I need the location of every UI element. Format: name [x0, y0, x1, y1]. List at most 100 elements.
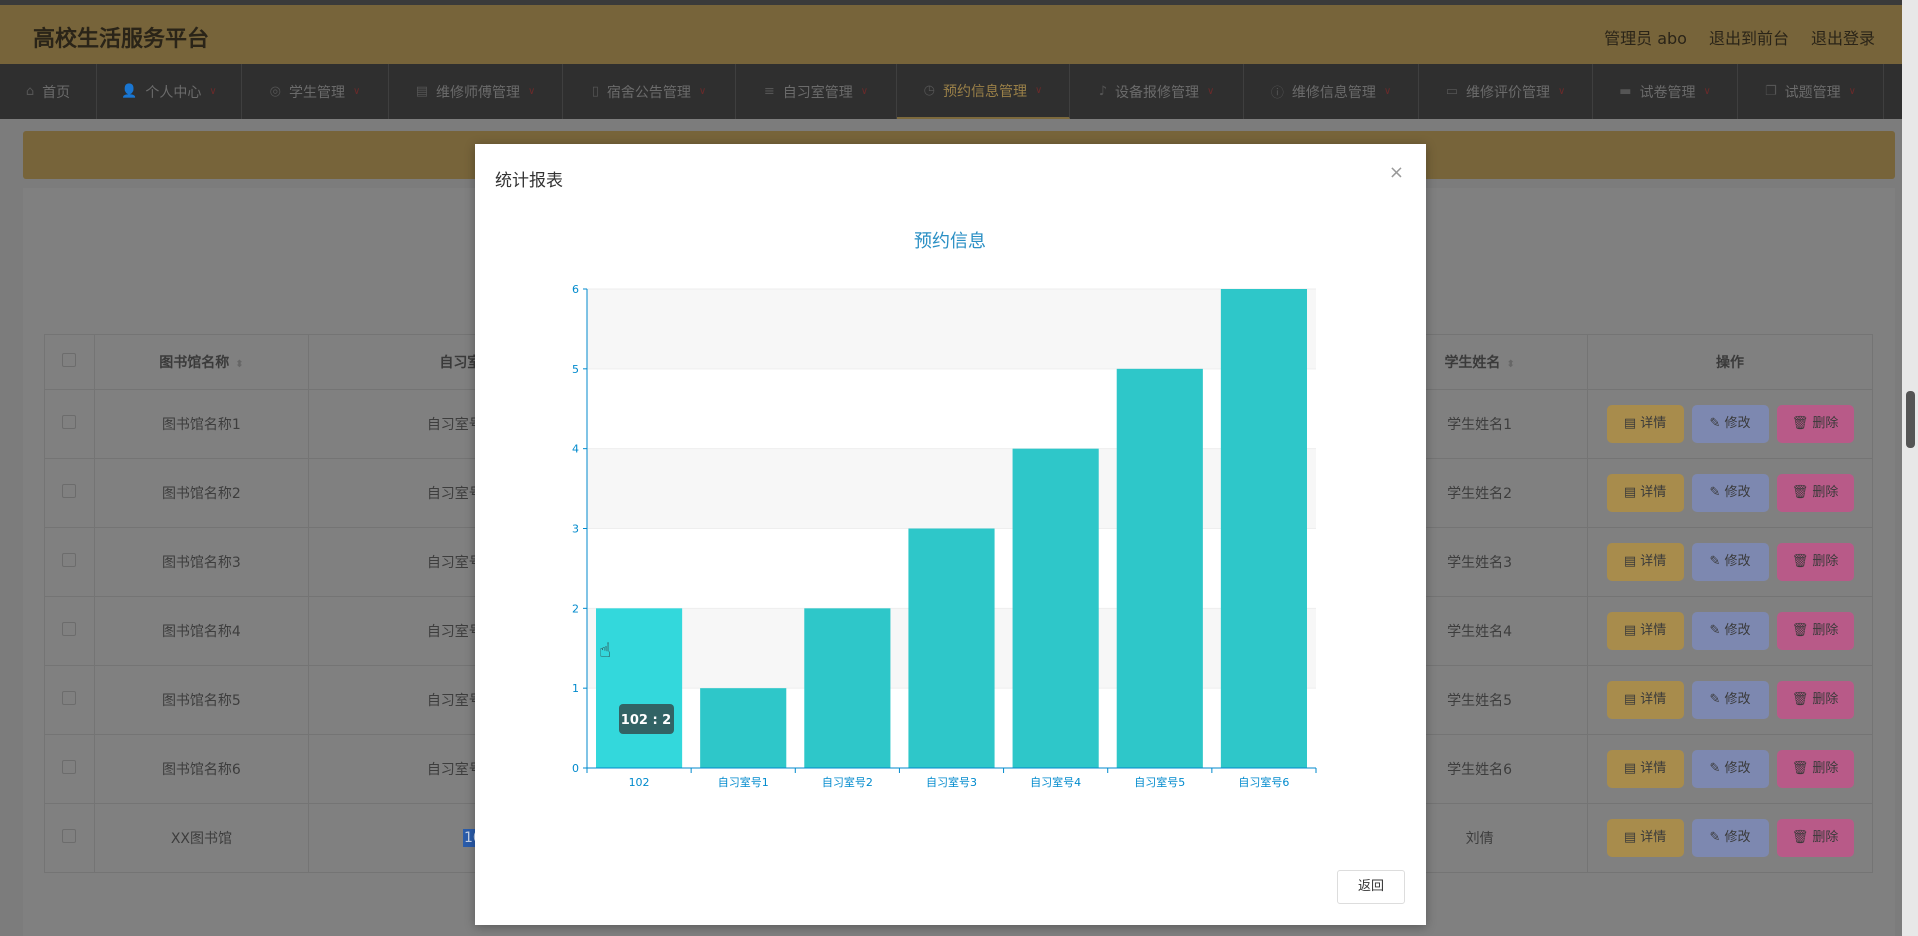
chevron-down-icon: ∨ — [1383, 86, 1392, 97]
chevron-down-icon: ∨ — [1206, 86, 1215, 97]
chevron-down-icon: ∨ — [209, 86, 217, 97]
nav-item-5[interactable]: ≡ 自习室管理 ∨ — [736, 64, 897, 119]
row-checkbox[interactable] — [62, 829, 77, 843]
edit-button[interactable]: ✎ 修改 — [1691, 681, 1769, 719]
bar-自习室号2 — [804, 608, 891, 768]
detail-button[interactable]: ▤ 详情 — [1606, 819, 1684, 857]
edit-button[interactable]: ✎ 修改 — [1691, 612, 1769, 650]
row-checkbox[interactable] — [62, 415, 77, 429]
scrollbar[interactable] — [1902, 0, 1918, 936]
detail-button[interactable]: ▤ 详情 — [1606, 543, 1684, 581]
library-name-cell: 图书馆名称3 — [93, 527, 309, 597]
delete-button[interactable]: 🗑 删除 — [1776, 819, 1854, 857]
admin-user-link[interactable]: 管理员 abo — [1604, 25, 1687, 49]
delete-button[interactable]: 🗑 删除 — [1776, 750, 1854, 788]
list-icon: ≡ — [763, 84, 775, 99]
hand-cursor-icon: ☝ — [599, 638, 611, 662]
nav-item-8[interactable]: ⓘ 维修信息管理 ∨ — [1244, 64, 1419, 119]
y-tick-label: 2 — [572, 602, 579, 615]
chat-icon: ▭ — [1445, 84, 1458, 99]
nav-item-9[interactable]: ▭ 维修评价管理 ∨ — [1419, 64, 1593, 119]
delete-button[interactable]: 🗑 删除 — [1776, 612, 1854, 650]
library-name-cell: XX图书馆 — [93, 803, 309, 873]
delete-button[interactable]: 🗑 删除 — [1776, 681, 1854, 719]
tooltip-text: 102 : 2 — [621, 713, 671, 728]
detail-button[interactable]: ▤ 详情 — [1606, 405, 1684, 443]
bar-自习室号3 — [908, 528, 995, 768]
bar-自习室号1 — [700, 688, 787, 768]
y-tick-label: 3 — [572, 523, 579, 536]
chevron-down-icon: ∨ — [353, 86, 361, 97]
briefcase-icon: ▬ — [1619, 84, 1632, 99]
library-name-cell: 图书馆名称5 — [93, 665, 309, 735]
library-name-cell: 图书馆名称4 — [93, 596, 309, 666]
nav-label: 宿舍公告管理 — [606, 84, 691, 101]
nav-label: 设备报修管理 — [1114, 84, 1199, 101]
edit-button[interactable]: ✎ 修改 — [1691, 405, 1769, 443]
chevron-down-icon: ∨ — [527, 86, 536, 97]
edit-button[interactable]: ✎ 修改 — [1691, 543, 1769, 581]
x-tick-label: 自习室号4 — [1030, 775, 1081, 789]
x-tick-label: 自习室号5 — [1134, 775, 1185, 789]
y-tick-label: 6 — [572, 283, 579, 296]
exit-to-front-link[interactable]: 退出到前台 — [1709, 25, 1789, 49]
nav-item-11[interactable]: ❐ 试题管理 ∨ — [1738, 64, 1884, 119]
x-tick-label: 自习室号6 — [1238, 775, 1289, 789]
detail-button[interactable]: ▤ 详情 — [1606, 750, 1684, 788]
nav-item-3[interactable]: ▤ 维修师傅管理 ∨ — [389, 64, 563, 119]
nav-label: 维修师傅管理 — [435, 84, 520, 101]
nav-item-10[interactable]: ▬ 试卷管理 ∨ — [1593, 64, 1738, 119]
chevron-down-icon: ∨ — [1035, 85, 1043, 96]
detail-button[interactable]: ▤ 详情 — [1606, 681, 1684, 719]
x-tick-label: 自习室号3 — [926, 775, 977, 789]
nav-label: 个人中心 — [145, 84, 202, 101]
row-checkbox[interactable] — [62, 484, 77, 498]
library-name-cell: 图书馆名称6 — [93, 734, 309, 804]
x-tick-label: 102 — [629, 776, 650, 789]
delete-button[interactable]: 🗑 删除 — [1776, 543, 1854, 581]
row-checkbox[interactable] — [62, 760, 77, 774]
nav-label: 学生管理 — [289, 84, 345, 101]
main-nav: ⌂ 首页 👤 个人中心 ∨ ◎ 学生管理 ∨ ▤ 维修师傅管理 ∨ ▯ 宿舍公告管理 ∨ ≡ 自习室管理 ∨ ◷ 预… — [0, 64, 1902, 119]
nav-item-4[interactable]: ▯ 宿舍公告管理 ∨ — [563, 64, 736, 119]
nav-item-0[interactable]: ⌂ 首页 — [0, 64, 97, 119]
scrollbar-thumb[interactable] — [1906, 391, 1915, 448]
bar-自习室号4 — [1012, 448, 1099, 768]
nav-item-7[interactable]: ♪ 设备报修管理 ∨ — [1070, 64, 1244, 119]
row-checkbox[interactable] — [62, 691, 77, 705]
bar-自习室号5 — [1116, 368, 1203, 768]
logout-link[interactable]: 退出登录 — [1811, 25, 1875, 49]
row-checkbox[interactable] — [62, 553, 77, 567]
bar-chart: 预约信息 102 自习室号1 自习室号2 自习室号3 自习室号4 自习室号5 自习室号6 0 1 2… — [572, 231, 1317, 789]
detail-button[interactable]: ▤ 详情 — [1606, 612, 1684, 650]
row-checkbox[interactable] — [62, 622, 77, 636]
delete-button[interactable]: 🗑 删除 — [1776, 474, 1854, 512]
y-tick-label: 1 — [572, 682, 579, 695]
sort-icon: ⬍ — [235, 359, 244, 370]
nav-item-1[interactable]: 👤 个人中心 ∨ — [97, 64, 242, 119]
edit-button[interactable]: ✎ 修改 — [1691, 474, 1769, 512]
grid-band — [587, 448, 1316, 529]
nav-label: 试题管理 — [1784, 84, 1841, 101]
info-icon: ⓘ — [1270, 86, 1284, 101]
grid-band — [587, 289, 1316, 369]
stats-modal: 统计报表 × 预约信息 102 自习室号1 自习室号2 自习室号3 自习室号4 自习室号5 自… — [475, 144, 1426, 925]
delete-button[interactable]: 🗑 删除 — [1776, 405, 1854, 443]
nav-item-6[interactable]: ◷ 预约信息管理 ∨ — [897, 64, 1070, 119]
nav-label: 维修信息管理 — [1291, 84, 1376, 101]
nav-label: 自习室管理 — [782, 84, 853, 101]
detail-button[interactable]: ▤ 详情 — [1606, 474, 1684, 512]
col-actions: 操作 — [1587, 334, 1873, 390]
chevron-down-icon: ∨ — [1557, 86, 1566, 97]
edit-button[interactable]: ✎ 修改 — [1691, 819, 1769, 857]
return-button[interactable]: 返回 — [1337, 870, 1405, 904]
library-name-cell: 图书馆名称2 — [93, 458, 309, 528]
select-all-checkbox[interactable] — [62, 353, 77, 367]
col-library-name[interactable]: 图书馆名称 ⬍ — [93, 334, 309, 390]
edit-button[interactable]: ✎ 修改 — [1691, 750, 1769, 788]
header: 高校生活服务平台 管理员 abo 退出到前台 退出登录 — [0, 5, 1902, 64]
nav-item-2[interactable]: ◎ 学生管理 ∨ — [242, 64, 389, 119]
chevron-down-icon: ∨ — [698, 86, 707, 97]
mic-icon: ▯ — [591, 84, 599, 99]
x-tick-label: 自习室号2 — [822, 775, 873, 789]
